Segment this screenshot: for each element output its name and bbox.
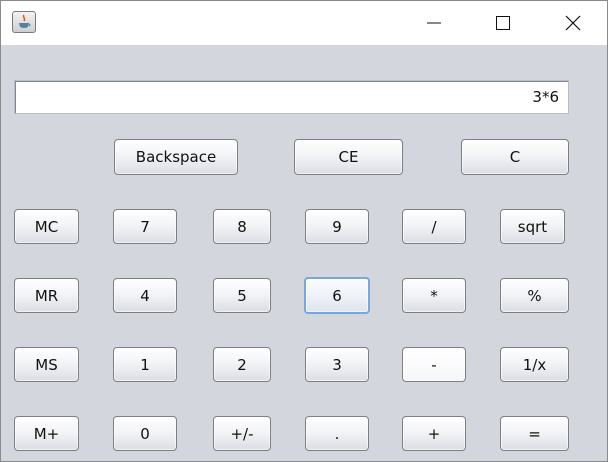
minimize-icon [427, 22, 441, 24]
key-8[interactable]: 8 [213, 209, 271, 244]
key-0[interactable]: 0 [113, 416, 177, 451]
percent-button[interactable]: % [500, 278, 569, 313]
minus-button[interactable]: - [402, 347, 466, 382]
sqrt-button[interactable]: sqrt [500, 209, 565, 244]
maximize-button[interactable] [480, 1, 526, 45]
decimal-point-button[interactable]: . [305, 416, 369, 451]
sign-toggle-button[interactable]: +/- [213, 416, 271, 451]
divide-button[interactable]: / [402, 209, 466, 244]
clear-button[interactable]: C [461, 139, 569, 175]
plus-button[interactable]: + [402, 416, 466, 451]
maximize-icon [496, 16, 510, 30]
key-7[interactable]: 7 [113, 209, 177, 244]
key-2[interactable]: 2 [213, 347, 271, 382]
equals-button[interactable]: = [500, 416, 569, 451]
key-5[interactable]: 5 [213, 278, 271, 313]
java-app-icon[interactable] [12, 11, 36, 33]
key-9[interactable]: 9 [305, 209, 369, 244]
backspace-button[interactable]: Backspace [114, 139, 238, 175]
key-6[interactable]: 6 [304, 277, 370, 314]
title-bar [1, 1, 607, 45]
minimize-button[interactable] [411, 1, 457, 45]
clear-entry-button[interactable]: CE [294, 139, 403, 175]
multiply-button[interactable]: * [402, 278, 466, 313]
key-3[interactable]: 3 [305, 347, 369, 382]
key-1[interactable]: 1 [113, 347, 177, 382]
memory-clear-button[interactable]: MC [14, 209, 79, 244]
key-4[interactable]: 4 [113, 278, 177, 313]
memory-recall-button[interactable]: MR [14, 278, 79, 313]
reciprocal-button[interactable]: 1/x [500, 347, 569, 382]
close-icon [565, 15, 581, 31]
calculator-window: 3*6 Backspace CE C MC 7 8 9 / sqrt MR 4 … [0, 0, 608, 462]
display-field[interactable]: 3*6 [14, 80, 569, 114]
memory-store-button[interactable]: MS [14, 347, 79, 382]
memory-add-button[interactable]: M+ [14, 416, 79, 451]
close-button[interactable] [550, 1, 596, 45]
